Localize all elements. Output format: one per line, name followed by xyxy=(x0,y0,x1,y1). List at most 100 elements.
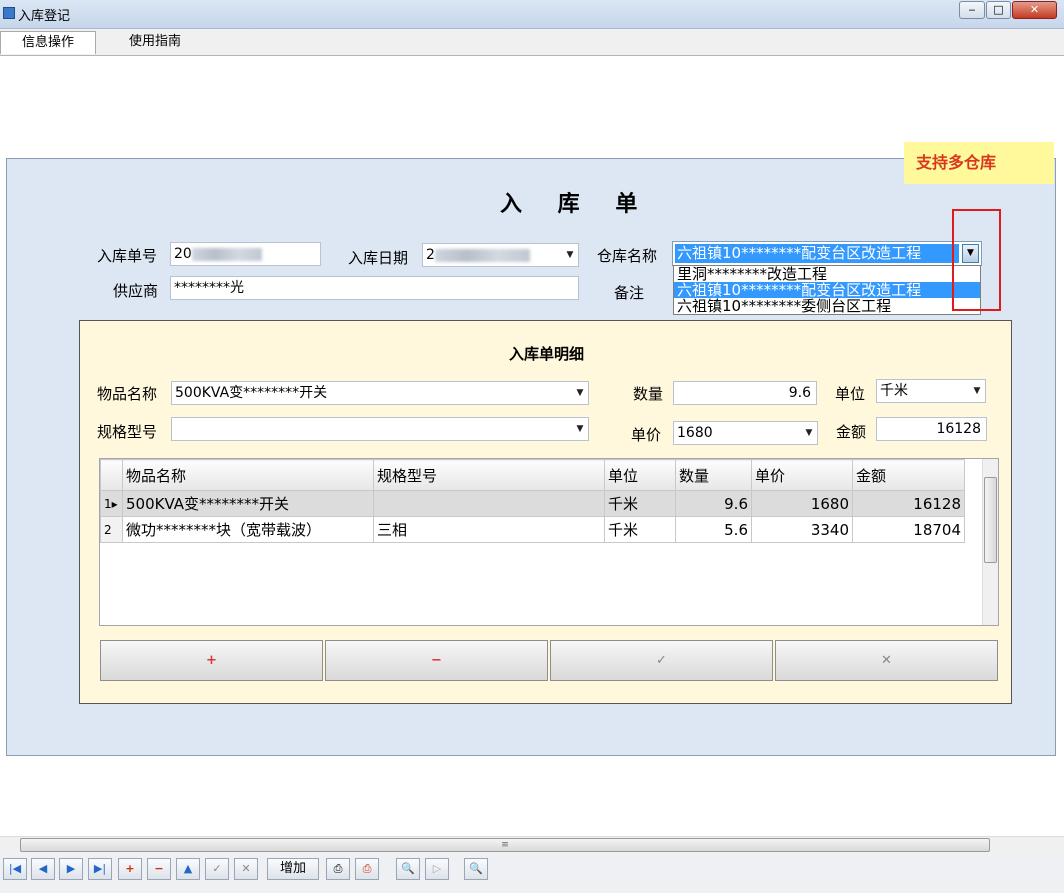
record-toolbar: |◀ ◀ ▶ ▶| + − ▲ ✓ ✕ 增加 ⎙ ⎙ 🔍 ▷ 🔍 xyxy=(0,853,1064,893)
cell-name[interactable]: 500KVA变********开关 xyxy=(122,490,374,517)
date-field[interactable]: 2 ▼ xyxy=(422,243,579,267)
print-export-icon[interactable]: ⎙ xyxy=(355,858,379,880)
scrollbar-thumb[interactable]: ≡ xyxy=(20,838,990,852)
remove-row-button[interactable]: − xyxy=(325,640,548,681)
unit-select[interactable]: 千米 ▼ xyxy=(876,379,986,403)
row-header[interactable]: 1▸ xyxy=(100,490,123,517)
preview-icon[interactable]: 🔍 xyxy=(396,858,420,880)
add-record-button[interactable]: + xyxy=(118,858,142,880)
blank-area xyxy=(0,57,1056,157)
next-record-button[interactable]: ▶ xyxy=(59,858,83,880)
warehouse-option[interactable]: 六祖镇10********配变台区改造工程 xyxy=(674,282,980,298)
item-name-value: 500KVA变********开关 xyxy=(175,385,328,401)
unit-value: 千米 xyxy=(880,383,908,399)
add-button[interactable]: 增加 xyxy=(267,858,319,880)
cell-amount[interactable]: 16128 xyxy=(852,490,965,517)
tab-user-guide[interactable]: 使用指南 xyxy=(110,31,200,54)
cell-qty[interactable]: 9.6 xyxy=(675,490,752,517)
supplier-field[interactable]: ********光 xyxy=(170,276,579,300)
grid-vertical-scrollbar[interactable] xyxy=(982,459,998,625)
tab-info-operation[interactable]: 信息操作 xyxy=(0,31,96,54)
price-select[interactable]: 1680 ▼ xyxy=(673,421,818,445)
column-header[interactable]: 数量 xyxy=(675,459,752,491)
cancel-row-button[interactable]: ✕ xyxy=(775,640,998,681)
page-title: 入 库 单 xyxy=(500,191,652,217)
order-no-value: 20 xyxy=(174,246,192,262)
cancel-record-button[interactable]: ✕ xyxy=(234,858,258,880)
close-button[interactable]: ✕ xyxy=(1012,1,1057,19)
price-value: 1680 xyxy=(677,425,713,441)
column-header[interactable]: 物品名称 xyxy=(122,459,374,491)
table-row[interactable]: 1▸ 500KVA变********开关 千米 9.6 1680 16128 xyxy=(100,490,965,517)
redacted-mark xyxy=(191,247,262,261)
detail-title: 入库单明细 xyxy=(509,345,585,363)
last-record-button[interactable]: ▶| xyxy=(88,858,112,880)
supplier-label: 供应商 xyxy=(113,282,159,300)
app-icon xyxy=(3,7,15,19)
column-header[interactable]: 单位 xyxy=(604,459,676,491)
save-record-button[interactable]: ✓ xyxy=(205,858,229,880)
cell-name[interactable]: 微功********块（宽带载波） xyxy=(122,516,374,543)
column-header[interactable]: 单价 xyxy=(751,459,853,491)
chevron-down-icon[interactable]: ▼ xyxy=(969,380,985,402)
cell-qty[interactable]: 5.6 xyxy=(675,516,752,543)
order-no-label: 入库单号 xyxy=(97,247,158,265)
cell-amount[interactable]: 18704 xyxy=(852,516,965,543)
amount-label: 金额 xyxy=(836,423,867,441)
menu-bar: 信息操作 使用指南 xyxy=(0,29,1064,56)
print-icon[interactable]: ⎙ xyxy=(326,858,350,880)
item-name-select[interactable]: 500KVA变********开关 ▼ xyxy=(171,381,589,405)
add-row-button[interactable]: + xyxy=(100,640,323,681)
row-index: 2 xyxy=(104,522,112,537)
spec-label: 规格型号 xyxy=(97,423,158,441)
warehouse-select[interactable]: 六祖镇10********配变台区改造工程 ▼ xyxy=(672,241,982,266)
warehouse-dropdown-list: 里洞********改造工程 六祖镇10********配变台区改造工程 六祖镇… xyxy=(673,265,981,315)
cell-unit[interactable]: 千米 xyxy=(604,516,676,543)
date-label: 入库日期 xyxy=(348,249,409,267)
column-header[interactable]: 规格型号 xyxy=(373,459,605,491)
first-record-button[interactable]: |◀ xyxy=(3,858,27,880)
amount-field[interactable]: 16128 xyxy=(876,417,987,441)
window-titlebar: 入库登记 ‒ □ ✕ xyxy=(0,0,1064,29)
maximize-button[interactable]: □ xyxy=(986,1,1011,19)
table-row[interactable]: 2 微功********块（宽带载波） 三相 千米 5.6 3340 18704 xyxy=(100,516,965,543)
cell-price[interactable]: 1680 xyxy=(751,490,853,517)
window-title: 入库登记 xyxy=(18,9,71,24)
column-header[interactable]: 金额 xyxy=(852,459,965,491)
delete-record-button[interactable]: − xyxy=(147,858,171,880)
confirm-row-button[interactable]: ✓ xyxy=(550,640,773,681)
warehouse-label: 仓库名称 xyxy=(597,247,658,265)
chevron-down-icon[interactable]: ▼ xyxy=(562,244,578,266)
cell-spec[interactable]: 三相 xyxy=(373,516,605,543)
price-label: 单价 xyxy=(631,426,662,444)
remark-label: 备注 xyxy=(614,284,645,302)
grid-header-row: 物品名称 规格型号 单位 数量 单价 金额 xyxy=(100,459,965,491)
chevron-down-icon[interactable]: ▼ xyxy=(572,382,588,404)
qty-field[interactable]: 9.6 xyxy=(673,381,817,405)
redacted-mark xyxy=(434,248,530,262)
cell-price[interactable]: 3340 xyxy=(751,516,853,543)
scrollbar-thumb[interactable] xyxy=(984,477,997,563)
horizontal-scrollbar[interactable]: ≡ xyxy=(0,836,1064,853)
search-icon[interactable]: 🔍 xyxy=(464,858,488,880)
warehouse-option[interactable]: 里洞********改造工程 xyxy=(674,266,980,282)
minimize-button[interactable]: ‒ xyxy=(959,1,985,19)
edit-record-button[interactable]: ▲ xyxy=(176,858,200,880)
cell-spec[interactable] xyxy=(373,490,605,517)
row-header[interactable]: 2 xyxy=(100,516,123,543)
chevron-down-icon[interactable]: ▼ xyxy=(801,422,817,444)
spec-select[interactable]: ▼ xyxy=(171,417,589,441)
row-header-corner xyxy=(100,459,123,491)
date-value: 2 xyxy=(426,247,435,263)
order-no-field[interactable]: 20 xyxy=(170,242,321,266)
qty-label: 数量 xyxy=(633,385,664,403)
unit-label: 单位 xyxy=(835,385,866,403)
chevron-down-icon[interactable]: ▼ xyxy=(572,418,588,440)
prev-record-button[interactable]: ◀ xyxy=(31,858,55,880)
warehouse-option[interactable]: 六祖镇10********委侧台区工程 xyxy=(674,298,980,314)
cell-unit[interactable]: 千米 xyxy=(604,490,676,517)
annotation-label: 支持多仓库 xyxy=(904,142,1054,184)
row-index: 1 xyxy=(104,496,112,511)
play-icon[interactable]: ▷ xyxy=(425,858,449,880)
detail-grid: 物品名称 规格型号 单位 数量 单价 金额 1▸ 500KVA变********… xyxy=(99,458,999,626)
